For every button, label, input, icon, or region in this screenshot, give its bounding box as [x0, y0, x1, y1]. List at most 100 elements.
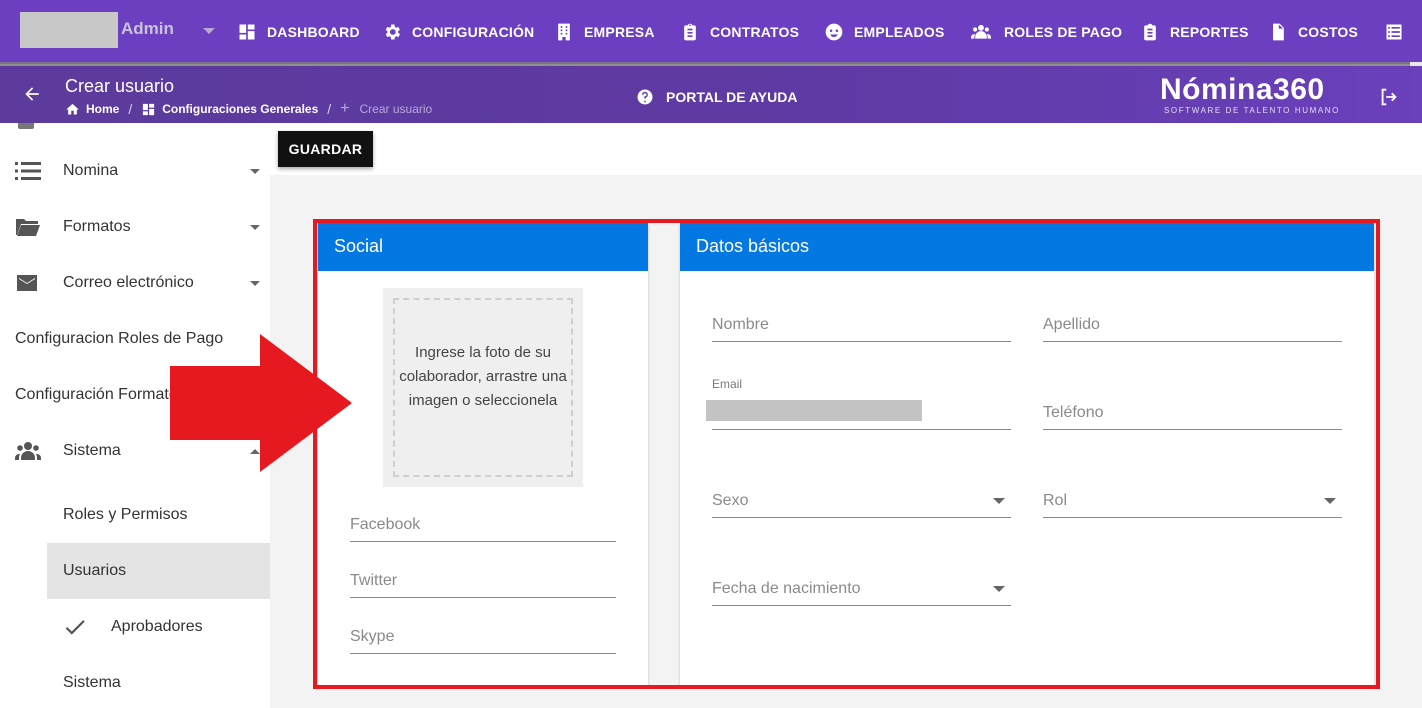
breadcrumb-separator: /	[128, 101, 133, 117]
nav-contratos[interactable]: CONTRATOS	[680, 19, 799, 45]
sidebar-item-label: Configuración Formatos	[15, 386, 186, 403]
clipboard-icon	[684, 23, 696, 41]
annotation-arrow-icon	[170, 334, 352, 472]
email-field[interactable]: Email	[706, 377, 1011, 430]
twitter-placeholder: Twitter	[350, 572, 398, 589]
nombre-field[interactable]: Nombre	[712, 308, 1011, 342]
brand-tagline: SOFTWARE DE TALENTO HUMANO	[1164, 106, 1340, 115]
sidebar-item-label: Sistema	[63, 442, 121, 459]
nav-reportes[interactable]: REPORTES	[1140, 19, 1249, 45]
plus-icon: +	[340, 100, 350, 117]
breadcrumb-configuraciones[interactable]: Configuraciones Generales	[162, 102, 318, 116]
rol-select[interactable]: Rol	[1043, 484, 1342, 518]
nav-empleados[interactable]: EMPLEADOS	[824, 19, 944, 45]
nav-dashboard-label: DASHBOARD	[267, 24, 360, 40]
dropzone-text: Ingrese la foto de su colaborador, arras…	[399, 344, 567, 409]
dashboard-icon	[239, 24, 255, 40]
save-button[interactable]: GUARDAR	[278, 131, 373, 167]
chevron-down-icon	[250, 280, 260, 286]
face-icon	[825, 23, 843, 41]
help-portal-link[interactable]: PORTAL DE AYUDA	[636, 88, 797, 106]
photo-dropzone[interactable]: Ingrese la foto de su colaborador, arras…	[383, 288, 583, 487]
folder-icon	[16, 219, 40, 236]
sidebar-item-label: Correo electrónico	[63, 274, 194, 291]
apellido-field[interactable]: Apellido	[1043, 308, 1342, 342]
people-icon	[15, 442, 41, 460]
fecha-nacimiento-placeholder: Fecha de nacimiento	[712, 580, 861, 597]
chevron-down-icon[interactable]	[203, 28, 215, 34]
brand-logo: Nómina360 SOFTWARE DE TALENTO HUMANO	[1160, 73, 1340, 116]
report-icon	[1144, 23, 1156, 41]
nav-empresa[interactable]: EMPRESA	[554, 19, 655, 45]
user-name[interactable]: Admin	[121, 19, 174, 39]
chevron-down-icon	[993, 498, 1005, 504]
email-value-redacted	[706, 400, 922, 421]
action-toolbar: GUARDAR	[270, 123, 1422, 175]
sidebar-partial-icon	[18, 123, 34, 129]
chevron-down-icon	[1324, 498, 1336, 504]
help-portal-label: PORTAL DE AYUDA	[666, 89, 798, 105]
skype-field[interactable]: Skype	[350, 620, 616, 654]
sidebar-item-formatos[interactable]: Formatos	[0, 199, 270, 255]
breadcrumb-home[interactable]: Home	[86, 102, 119, 116]
nav-empleados-label: EMPLEADOS	[854, 24, 945, 40]
telefono-placeholder: Teléfono	[1043, 404, 1104, 421]
social-card-title: Social	[318, 223, 648, 271]
list-icon	[1386, 24, 1402, 40]
basic-data-card-title: Datos básicos	[680, 223, 1374, 271]
list-icon	[15, 162, 41, 180]
building-icon	[558, 23, 570, 41]
back-arrow-icon[interactable]	[22, 84, 42, 104]
sexo-select[interactable]: Sexo	[712, 484, 1011, 518]
fecha-nacimiento-select[interactable]: Fecha de nacimiento	[712, 572, 1011, 606]
help-icon	[637, 89, 653, 105]
nav-roles-de-pago[interactable]: ROLES DE PAGO	[968, 19, 1122, 45]
brand-name: Nómina360	[1160, 73, 1325, 106]
sexo-placeholder: Sexo	[712, 492, 749, 509]
sidebar-item-label: Nomina	[63, 162, 119, 179]
twitter-field[interactable]: Twitter	[350, 564, 616, 598]
breadcrumb-separator: /	[327, 101, 332, 117]
sidebar-item-label: Sistema	[63, 674, 121, 691]
nav-costos[interactable]: COSTOS	[1268, 19, 1358, 45]
email-label: Email	[712, 377, 743, 391]
home-icon	[66, 103, 79, 114]
facebook-placeholder: Facebook	[350, 516, 421, 533]
user-avatar[interactable]	[20, 12, 118, 48]
gear-icon	[385, 24, 400, 40]
apellido-placeholder: Apellido	[1043, 316, 1100, 333]
sidebar-item-roles-permisos[interactable]: Roles y Permisos	[0, 487, 270, 543]
sidebar-item-usuarios[interactable]: Usuarios	[47, 543, 270, 599]
nav-roles-de-pago-label: ROLES DE PAGO	[1004, 24, 1123, 40]
nav-dashboard[interactable]: DASHBOARD	[237, 19, 360, 45]
nav-configuracion-label: CONFIGURACIÓN	[412, 24, 535, 40]
sidebar-item-aprobadores[interactable]: Aprobadores	[0, 599, 270, 655]
nav-reportes-label: REPORTES	[1170, 24, 1249, 40]
breadcrumb-current: Crear usuario	[359, 102, 433, 116]
telefono-field[interactable]: Teléfono	[1043, 396, 1342, 430]
logout-icon[interactable]	[1378, 86, 1400, 108]
page-header: Crear usuario Home / Configuraciones Gen…	[0, 66, 1422, 123]
sidebar-item-correo[interactable]: Correo electrónico	[0, 255, 270, 311]
chevron-down-icon	[250, 224, 260, 230]
sidebar-item-nomina[interactable]: Nomina	[0, 143, 270, 199]
dashboard-icon	[143, 103, 155, 115]
mail-icon	[17, 275, 37, 291]
nav-contratos-label: CONTRATOS	[710, 24, 800, 40]
people-icon	[971, 24, 991, 39]
facebook-field[interactable]: Facebook	[350, 508, 616, 542]
top-navigation: Admin DASHBOARD CONFIGURACIÓN EMPRESA CO…	[0, 0, 1422, 66]
page-title: Crear usuario	[65, 76, 175, 96]
social-card: Social Ingrese la foto de su colaborador…	[318, 223, 648, 685]
nombre-placeholder: Nombre	[712, 316, 769, 333]
dollar-file-icon	[1273, 23, 1284, 41]
chevron-down-icon	[993, 586, 1005, 592]
sidebar-item-sistema-sub[interactable]: Sistema	[0, 655, 270, 708]
basic-data-card: Datos básicos Nombre Apellido Email Telé…	[680, 223, 1374, 685]
chevron-down-icon	[250, 168, 260, 174]
nav-configuracion[interactable]: CONFIGURACIÓN	[382, 19, 534, 45]
nav-costos-label: COSTOS	[1298, 24, 1359, 40]
sidebar-item-label: Usuarios	[63, 562, 127, 579]
sidebar-item-label: Aprobadores	[111, 618, 203, 635]
nav-more[interactable]	[1384, 19, 1414, 45]
